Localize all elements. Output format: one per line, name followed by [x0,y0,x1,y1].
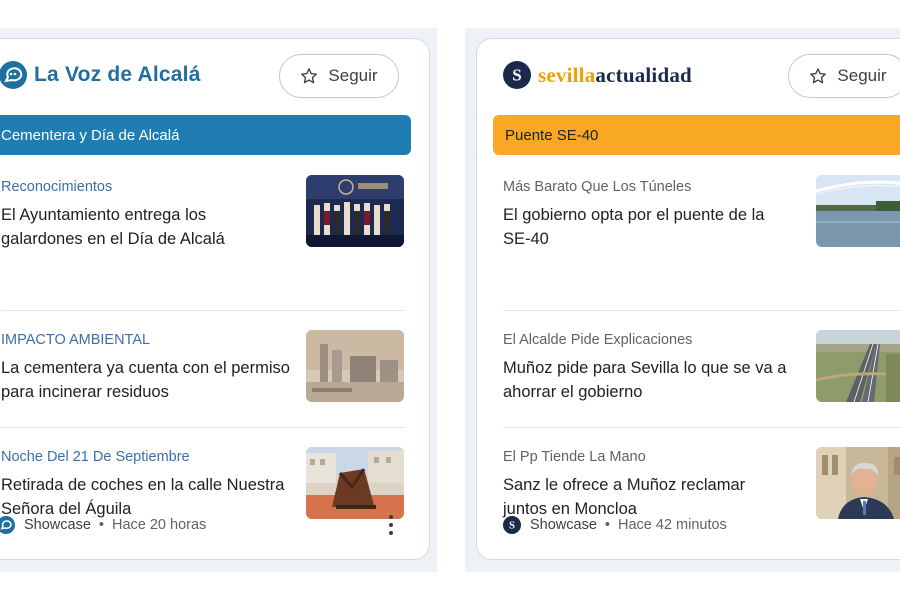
publication-name: La Voz de Alcalá [34,63,201,86]
story-kicker: El Alcalde Pide Explicaciones [503,332,693,348]
star-icon [809,67,827,85]
more-options-icon[interactable] [893,509,900,541]
card-header: La Voz de Alcalá Seguir [0,39,429,115]
publication-name: sevillaactualidad [538,63,692,88]
topic-bar[interactable]: Cementera y Día de Alcalá [0,115,411,155]
story-kicker: Reconocimientos [1,179,113,195]
story-item[interactable]: El Alcalde Pide Explicaciones Muñoz pide… [503,292,900,408]
publication-card-sevilla-actualidad: S sevillaactualidad Seguir Puente SE-40 … [476,38,900,560]
topic-label: Cementera y Día de Alcalá [1,126,180,144]
s-circle-logo-icon: S [503,516,521,534]
s-circle-logo-icon: S [503,61,531,89]
story-headline: El Ayuntamiento entrega los galardones e… [1,206,225,248]
speech-bubble-logo-icon [0,61,27,89]
story-headline: La cementera ya cuenta con el permiso pa… [1,359,290,401]
publication-card-la-voz-de-alcala: La Voz de Alcalá Seguir Cementera y Día … [0,38,430,560]
card-header: S sevillaactualidad Seguir [477,39,900,115]
showcase-label[interactable]: Showcase [530,517,597,533]
footer-separator: • [604,517,610,533]
publication-logo[interactable]: S sevillaactualidad [503,61,692,89]
follow-button-label: Seguir [328,66,378,85]
star-icon [300,67,318,85]
timestamp: Hace 20 horas [111,517,207,533]
publication-name-part2: actualidad [595,62,692,87]
story-item[interactable]: Más Barato Que Los Túneles El gobierno o… [503,175,900,291]
timestamp: Hace 42 minutos [617,517,727,533]
svg-text:S: S [512,66,521,85]
story-headline: Muñoz pide para Sevilla lo que se va a a… [503,359,787,401]
more-options-icon[interactable] [379,509,403,541]
card-footer: S Showcase • Hace 42 minutos [477,505,900,545]
story-item[interactable]: IMPACTO AMBIENTAL La cementera ya cuenta… [1,292,406,408]
bridge-over-river-photo [816,175,900,247]
story-kicker: Noche Del 21 De Septiembre [1,449,190,465]
follow-button[interactable]: Seguir [788,54,900,98]
svg-text:S: S [509,520,515,531]
publication-logo[interactable]: La Voz de Alcalá [0,61,201,89]
topic-bar[interactable]: Puente SE-40 [493,115,900,155]
card-footer: Showcase • Hace 20 horas [0,505,429,545]
showcase-label[interactable]: Showcase [24,517,91,533]
follow-button[interactable]: Seguir [279,54,399,98]
story-kicker: Más Barato Que Los Túneles [503,179,692,195]
topic-label: Puente SE-40 [505,126,599,144]
speech-bubble-logo-icon [0,516,15,534]
follow-button-label: Seguir [837,66,887,85]
story-headline: El gobierno opta por el puente de la SE-… [503,206,765,248]
footer-separator: • [98,517,104,533]
cement-factory-photo [306,330,404,402]
story-kicker: IMPACTO AMBIENTAL [1,332,151,348]
award-ceremony-photo [306,175,404,247]
highway-aerial-photo [816,330,900,402]
story-item[interactable]: Reconocimientos El Ayuntamiento entrega … [1,175,406,291]
publication-name-part1: sevilla [538,62,596,87]
story-kicker: El Pp Tiende La Mano [503,449,646,465]
